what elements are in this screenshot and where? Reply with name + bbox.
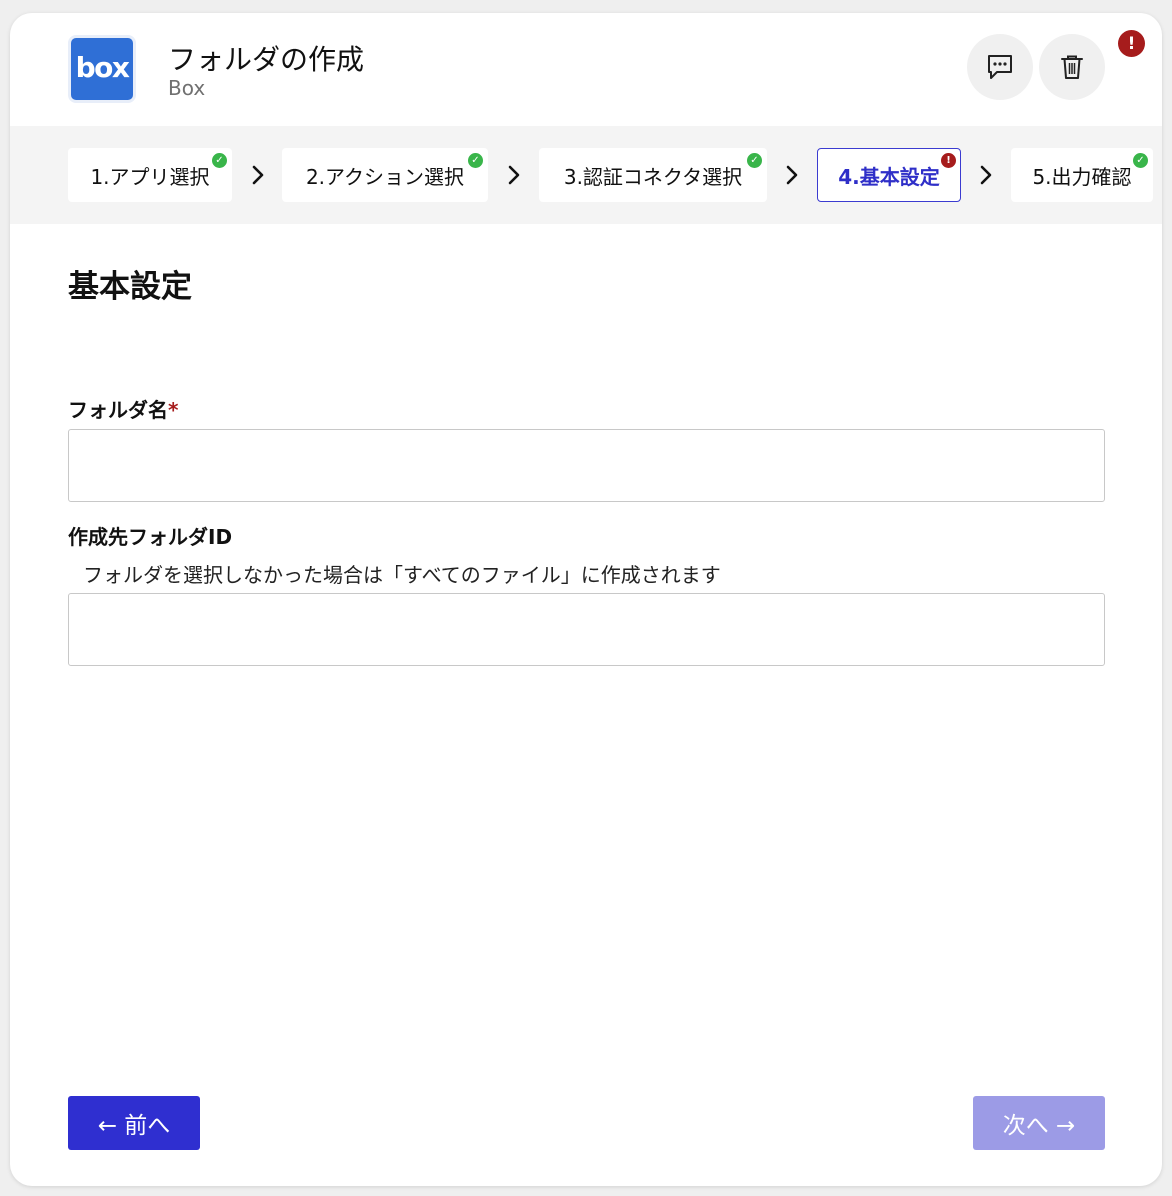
- app-name: Box: [168, 76, 206, 100]
- step-label: 3.認証コネクタ選択: [563, 164, 743, 189]
- comment-icon: [988, 55, 1012, 79]
- comment-button[interactable]: [967, 34, 1033, 100]
- page-title: フォルダの作成: [168, 43, 365, 76]
- step-connector-select[interactable]: 3.認証コネクタ選択 ✓: [539, 148, 767, 202]
- dialog: box フォルダの作成 Box ! 1.アプリ選択 ✓ 2.アクション選択 ✓ …: [10, 13, 1162, 1186]
- check-icon: ✓: [747, 153, 762, 168]
- delete-button[interactable]: [1039, 34, 1105, 100]
- step-label: 5.出力確認: [1032, 164, 1132, 189]
- step-app-select[interactable]: 1.アプリ選択 ✓: [68, 148, 232, 202]
- step-label: 2.アクション選択: [305, 164, 465, 189]
- required-mark: *: [168, 398, 179, 422]
- trash-icon: [1061, 55, 1083, 79]
- check-icon: ✓: [1133, 153, 1148, 168]
- check-icon: ✓: [468, 153, 483, 168]
- prev-button[interactable]: ← 前へ: [68, 1096, 200, 1150]
- box-logo: box: [68, 35, 136, 103]
- chevron-right-icon: [508, 165, 520, 185]
- folder-name-input[interactable]: [68, 429, 1105, 502]
- chevron-right-icon: [252, 165, 264, 185]
- box-logo-text: box: [75, 50, 130, 84]
- step-label: 1.アプリ選択: [90, 164, 210, 189]
- folder-name-label-text: フォルダ名: [68, 398, 168, 422]
- section-title: 基本設定: [68, 269, 192, 305]
- error-icon: !: [941, 153, 956, 168]
- check-icon: ✓: [212, 153, 227, 168]
- parent-folder-id-label: 作成先フォルダID: [68, 525, 233, 549]
- step-label: 4.基本設定: [838, 164, 940, 189]
- step-output-confirm[interactable]: 5.出力確認 ✓: [1011, 148, 1153, 202]
- chevron-right-icon: [980, 165, 992, 185]
- folder-name-label: フォルダ名*: [68, 394, 178, 423]
- next-button[interactable]: 次へ →: [973, 1096, 1105, 1150]
- error-indicator-icon: !: [1118, 30, 1145, 57]
- stepper: 1.アプリ選択 ✓ 2.アクション選択 ✓ 3.認証コネクタ選択 ✓ 4.基本設…: [10, 126, 1162, 224]
- step-action-select[interactable]: 2.アクション選択 ✓: [282, 148, 488, 202]
- header: box フォルダの作成 Box !: [10, 13, 1162, 126]
- step-basic-settings[interactable]: 4.基本設定 !: [817, 148, 961, 202]
- parent-folder-id-hint: フォルダを選択しなかった場合は「すべてのファイル」に作成されます: [83, 563, 721, 587]
- parent-folder-id-input[interactable]: [68, 593, 1105, 666]
- chevron-right-icon: [786, 165, 798, 185]
